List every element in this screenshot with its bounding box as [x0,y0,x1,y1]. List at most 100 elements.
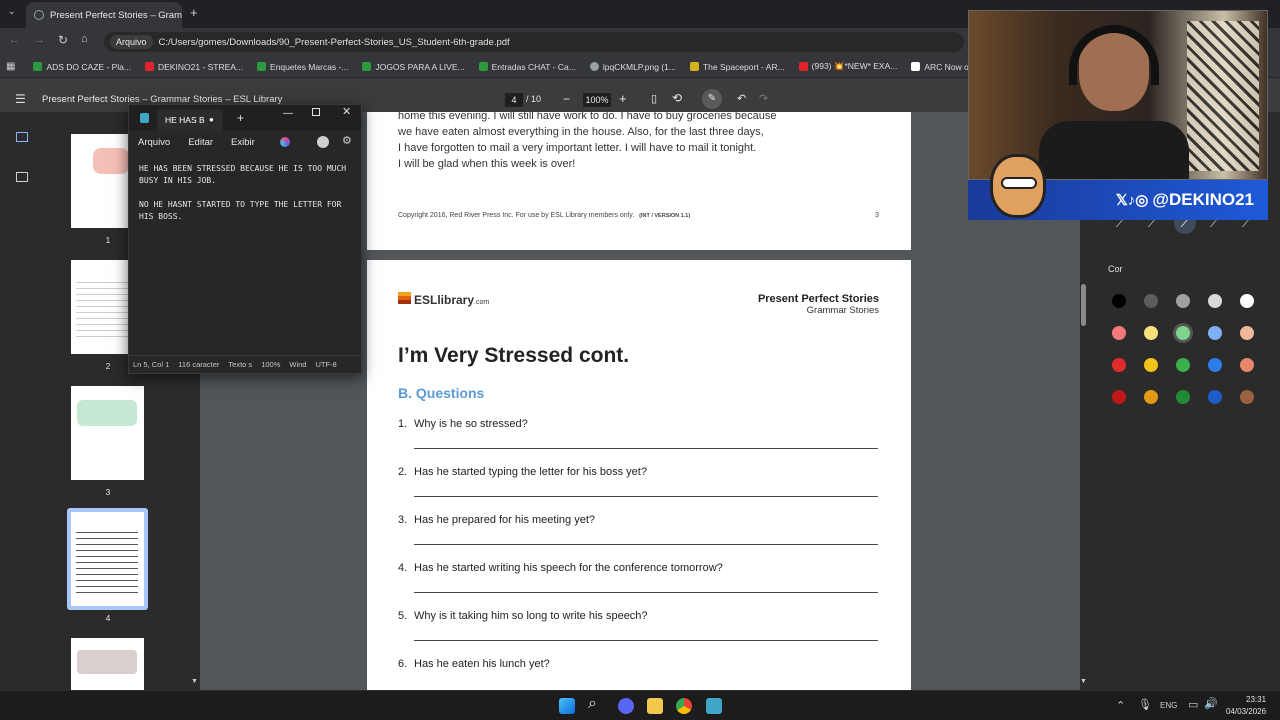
new-tab-button[interactable]: + [237,111,244,125]
home-icon[interactable]: ⌂ [81,33,88,45]
color-swatch[interactable] [1176,326,1190,340]
color-swatch[interactable] [1112,326,1126,340]
color-swatch[interactable] [1112,390,1126,404]
color-swatch[interactable] [1144,390,1158,404]
zoom-in-icon[interactable]: + [619,91,627,106]
back-icon[interactable]: ← [9,34,20,46]
search-icon[interactable]: ⌕ [588,695,597,713]
fit-page-icon[interactable]: ▯ [651,92,657,105]
text-format: Texto s [228,360,253,369]
color-swatch[interactable] [1144,326,1158,340]
color-swatch[interactable] [1176,390,1190,404]
color-swatch[interactable] [1176,294,1190,308]
section-heading: B. Questions [398,385,485,401]
clock[interactable]: 23:31 04/03/2026 [1226,694,1266,718]
scroll-down-icon[interactable]: ▼ [1080,678,1087,685]
menu-exibir[interactable]: Exibir [231,137,255,148]
page-header: Present Perfect Stories Grammar Stories [757,293,879,316]
color-swatch[interactable] [1144,294,1158,308]
globe-icon [34,10,44,20]
color-swatch[interactable] [1112,294,1126,308]
color-swatch[interactable] [1240,294,1254,308]
folder-icon[interactable] [647,698,663,714]
bookmark-item[interactable]: (993) 💥*NEW* EXA... [798,61,897,72]
settings-icon[interactable]: ⚙ [342,134,352,147]
thumbnail-number: 4 [105,613,111,623]
answer-line[interactable] [414,544,878,545]
cursor-position: Ln 5, Col 1 [133,360,170,369]
bookmark-item[interactable]: Entradas CHAT - Ca... [478,62,576,72]
thumbnail-number: 2 [105,361,111,371]
notepad-text-area[interactable]: HE HAS BEEN STRESSED BECAUSE HE IS TOO M… [139,163,354,223]
answer-line[interactable] [414,448,878,449]
forward-icon[interactable]: → [34,34,45,46]
color-swatch[interactable] [1144,358,1158,372]
reload-icon[interactable]: ↻ [58,33,68,47]
color-swatch[interactable] [1208,294,1222,308]
page-thumbnail[interactable] [71,386,144,480]
zoom-input[interactable]: 100% [583,93,611,107]
notepad-tab[interactable]: HE HAS B ● [157,109,223,131]
webcam-poster [1187,21,1259,171]
sidebar-rail [0,112,44,690]
microphone-icon[interactable]: 🎙 [1138,698,1152,711]
undo-icon[interactable]: ↶ [737,92,746,105]
notepad-app-icon [140,113,149,123]
page-number-input[interactable]: 4 [505,93,523,107]
bookmark-item[interactable]: The Spaceport - AR... [689,62,785,72]
discord-icon[interactable] [618,698,634,714]
scroll-down-icon[interactable]: ▼ [191,678,198,685]
tab-title: Present Perfect Stories – Gramm [50,9,182,21]
annotate-icon[interactable]: ✎ [702,89,722,109]
bookmark-item[interactable]: lpqCKMLP.png (1... [589,62,676,72]
new-tab-button[interactable]: + [190,5,198,20]
minimize-button[interactable]: — [283,108,293,119]
answer-line[interactable] [414,592,878,593]
menu-arquivo[interactable]: Arquivo [138,137,170,148]
apps-icon[interactable]: ▦ [6,61,15,72]
color-swatch[interactable] [1240,390,1254,404]
color-swatch[interactable] [1208,390,1222,404]
color-swatch[interactable] [1208,326,1222,340]
bookmark-item[interactable]: DEKINO21 - STREA... [145,62,243,72]
outline-icon[interactable] [16,172,28,182]
menu-editar[interactable]: Editar [188,137,213,148]
scrollbar-thumb[interactable] [1081,284,1086,326]
taskbar: ⌕ ⌃ 🎙 ENG ▭ 🔊 23:31 04/03/2026 [0,690,1280,720]
language-indicator[interactable]: ENG [1160,701,1177,710]
zoom-out-icon[interactable]: − [563,92,570,106]
page-thumbnail[interactable] [71,638,144,690]
maximize-button[interactable] [312,108,320,116]
answer-line[interactable] [414,496,878,497]
chrome-icon[interactable] [676,698,692,714]
thumbnail-page [71,512,144,606]
address-bar[interactable]: Arquivo C:/Users/gomes/Downloads/90_Pres… [104,32,964,52]
bookmark-item[interactable]: JOGOS PARA A LIVE... [362,62,465,72]
color-swatch[interactable] [1112,358,1126,372]
thumbnails-icon[interactable] [16,132,28,142]
redo-icon[interactable]: ↷ [759,92,768,105]
file-chip[interactable]: Arquivo [110,35,153,49]
tab-pdf[interactable]: Present Perfect Stories – Gramm ✕ [26,2,182,28]
volume-icon[interactable]: 🔊 [1204,697,1218,710]
show-hidden-icons[interactable]: ⌃ [1116,699,1125,712]
account-icon[interactable] [317,136,329,148]
menu-icon[interactable]: ☰ [15,92,26,106]
color-swatch[interactable] [1208,358,1222,372]
rotate-icon[interactable]: ⟲ [672,91,682,105]
tab-list-icon[interactable]: ⌄ [8,6,16,17]
color-swatch[interactable] [1176,358,1190,372]
answer-line[interactable] [414,640,878,641]
copilot-icon[interactable] [280,137,290,147]
close-button[interactable]: ✕ [342,105,351,118]
page-heading: I’m Very Stressed cont. [398,344,630,367]
color-swatch[interactable] [1240,326,1254,340]
notepad-icon[interactable] [706,698,722,714]
start-icon[interactable] [559,698,575,714]
network-icon[interactable]: ▭ [1188,698,1198,711]
bookmark-item[interactable]: ADS DO CAZE - Pla... [33,62,131,72]
bookmark-item[interactable]: Enquetes Marcas -... [257,62,348,72]
copyright-text: Copyright 2016, Red River Press Inc. For… [398,212,691,219]
color-swatch[interactable] [1240,358,1254,372]
page-thumbnail-selected[interactable] [67,508,148,610]
